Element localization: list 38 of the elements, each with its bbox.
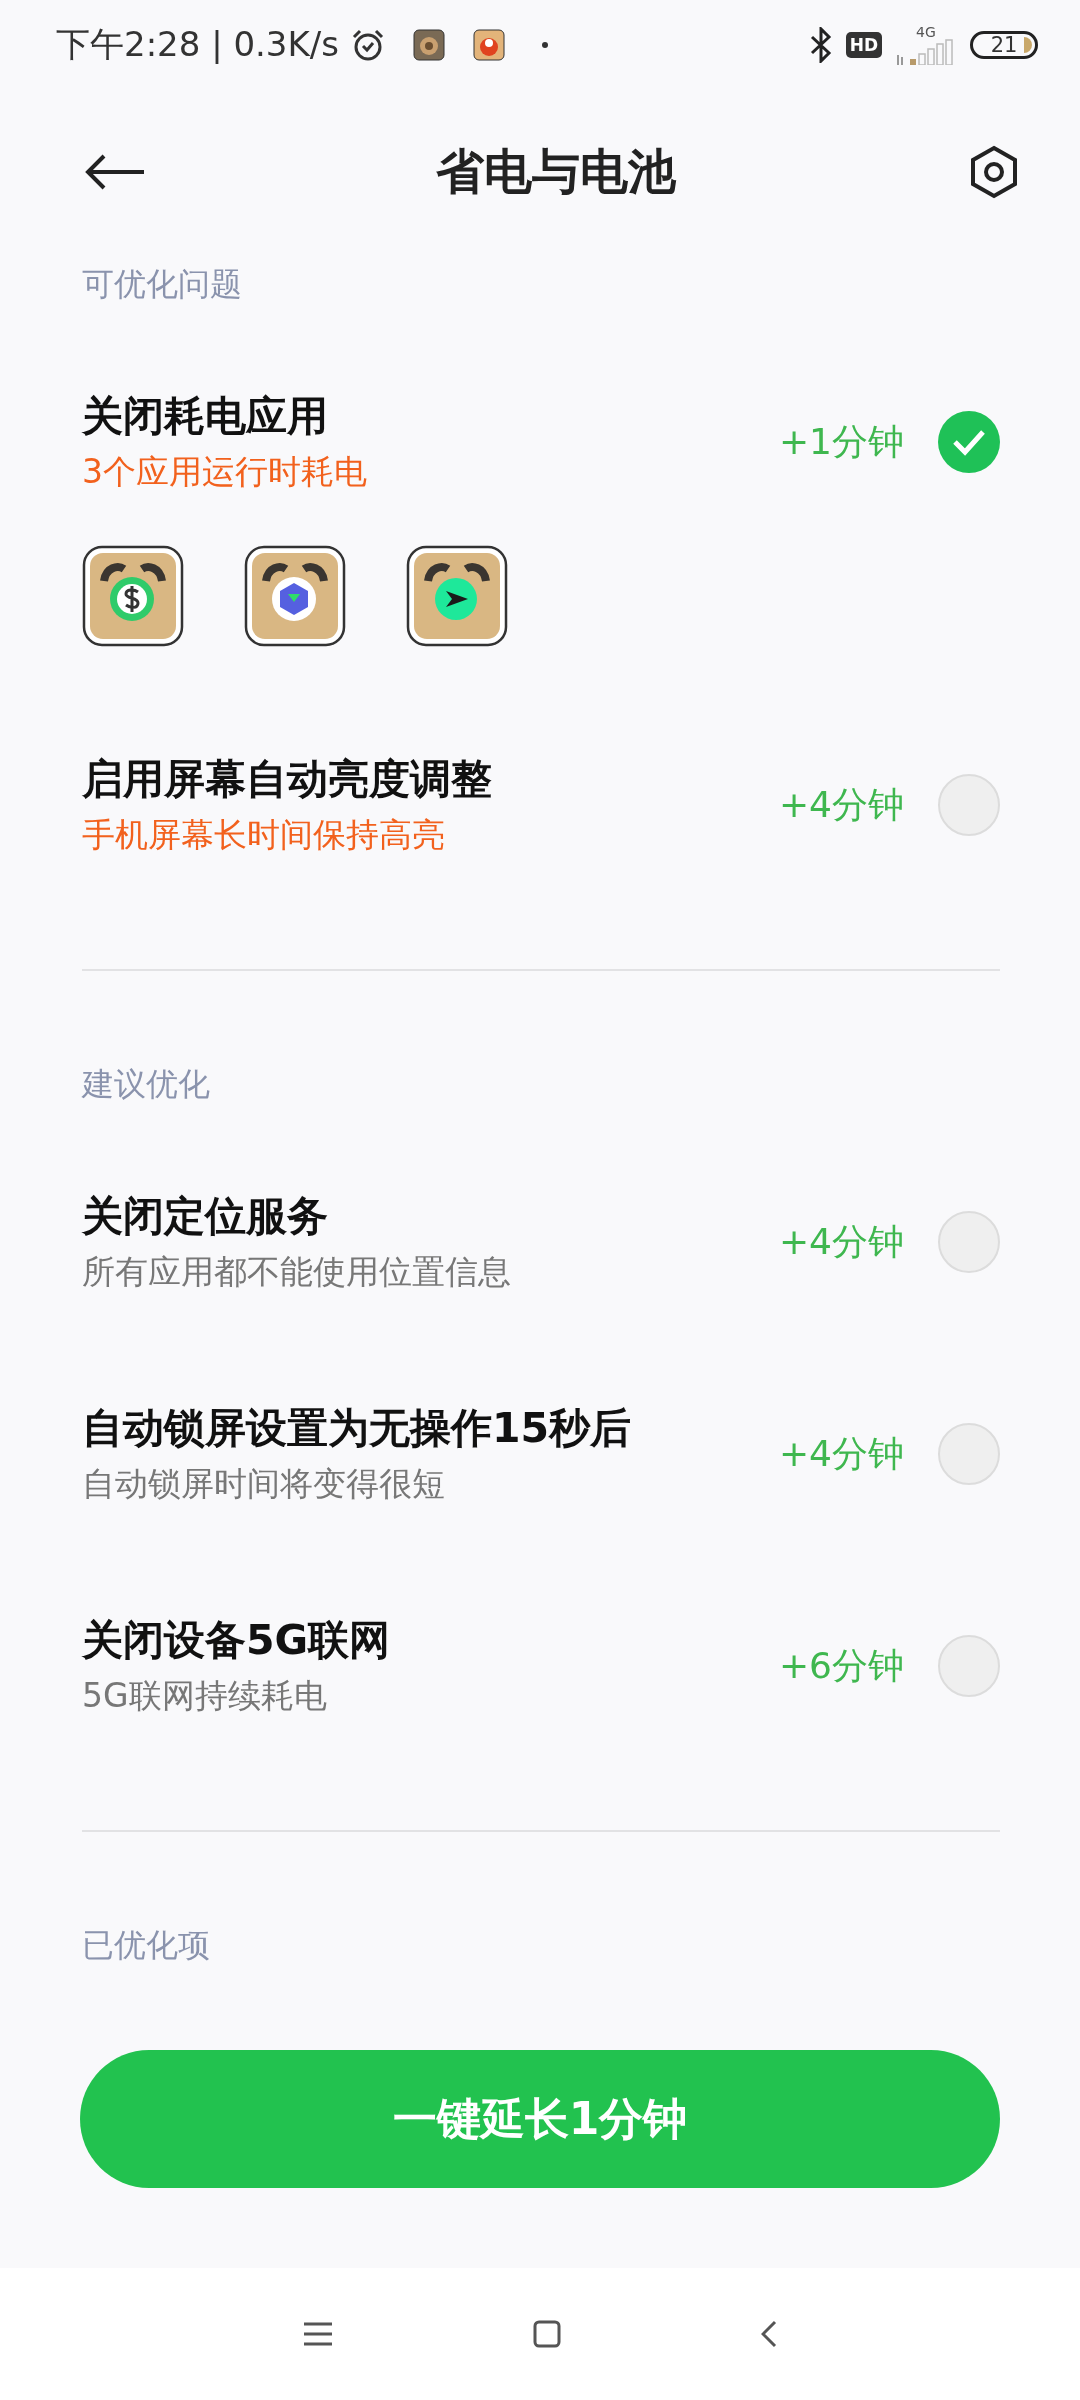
dot-icon	[540, 41, 549, 49]
notification-icon	[472, 29, 505, 61]
item-title: 关闭设备5G联网	[82, 1615, 392, 1666]
time-gain: +1分钟	[778, 419, 904, 464]
time-gain: +4分钟	[778, 1431, 904, 1476]
menu-button[interactable]	[303, 2322, 333, 2346]
time-gain: +4分钟	[778, 782, 904, 827]
back-nav-button[interactable]	[761, 2320, 777, 2348]
app-icon	[406, 545, 508, 647]
section-label: 已优化项	[82, 1925, 211, 1966]
back-button[interactable]	[84, 154, 146, 190]
time-gain: +6分钟	[778, 1643, 904, 1688]
check-icon	[952, 428, 986, 456]
app-icon	[244, 545, 346, 647]
battery-indicator: 21	[970, 31, 1038, 59]
time-gain: +4分钟	[778, 1219, 904, 1264]
item-title: 关闭耗电应用	[82, 391, 329, 442]
app-icon	[82, 545, 184, 647]
item-description: 手机屏幕长时间保持高亮	[82, 814, 446, 856]
home-button[interactable]	[533, 2320, 561, 2348]
extend-battery-button[interactable]: 一键延长1分钟	[80, 2050, 1000, 2188]
network-type: 4G	[916, 25, 936, 39]
page-title: 省电与电池	[436, 142, 676, 201]
status-time: 下午2:28 | 0.3K/s	[56, 23, 339, 66]
alarm-icon	[350, 28, 385, 62]
item-title: 自动锁屏设置为无操作15秒后	[82, 1403, 633, 1454]
signal-icon	[896, 39, 956, 65]
section-label: 可优化问题	[82, 264, 243, 305]
section-label: 建议优化	[82, 1064, 211, 1105]
item-description: 5G联网持续耗电	[82, 1675, 328, 1717]
item-title: 启用屏幕自动亮度调整	[82, 754, 493, 805]
hd-badge: HD	[845, 32, 882, 58]
item-title: 关闭定位服务	[82, 1191, 329, 1242]
item-description: 3个应用运行时耗电	[82, 451, 368, 493]
bluetooth-icon	[809, 27, 832, 63]
item-description: 自动锁屏时间将变得很短	[82, 1463, 446, 1505]
notification-icon	[412, 29, 445, 61]
item-description: 所有应用都不能使用位置信息	[82, 1251, 512, 1293]
